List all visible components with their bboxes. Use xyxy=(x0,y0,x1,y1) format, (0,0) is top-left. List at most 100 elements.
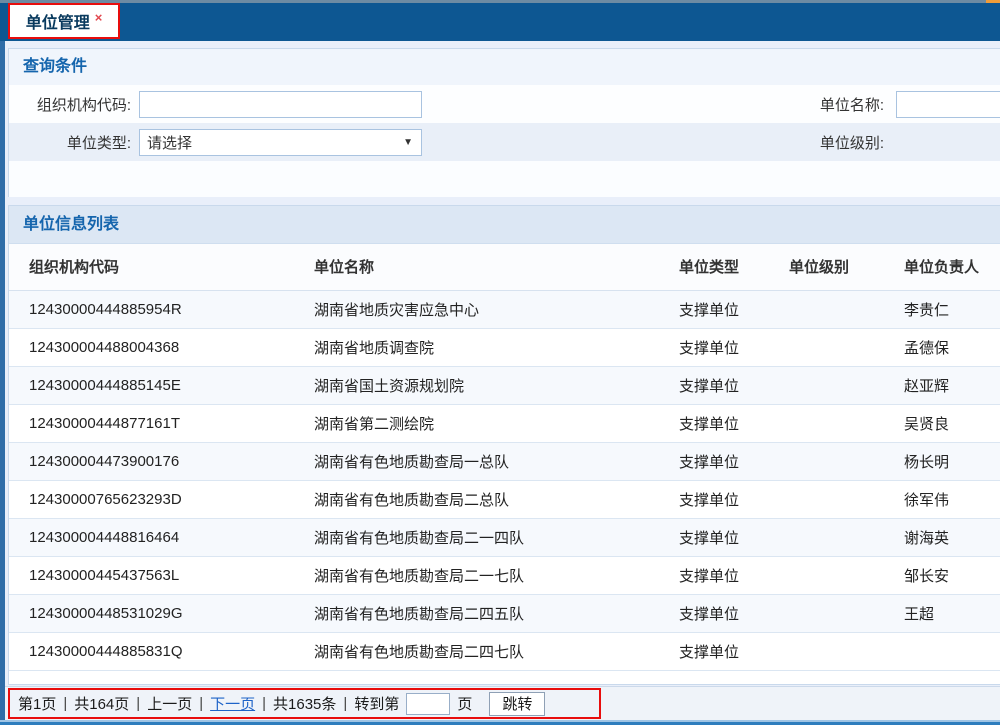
top-edge-orange-segment xyxy=(986,0,1000,3)
cell-name: 湖南省有色地质勘查局一总队 xyxy=(314,442,679,480)
cell-name: 湖南省有色地质勘查局二一四队 xyxy=(314,518,679,556)
cell-level xyxy=(789,290,904,328)
tab-title: 单位管理 xyxy=(26,9,90,33)
table-row[interactable]: 12430000444885954R湖南省地质灾害应急中心支撑单位 李贵仁 xyxy=(9,290,1000,328)
unit-level-label: 单位级别: xyxy=(699,132,884,153)
query-row-spacer xyxy=(9,161,1000,197)
table-row[interactable]: 124300004488004368湖南省地质调查院支撑单位 孟德保 xyxy=(9,328,1000,366)
cell-level xyxy=(789,366,904,404)
cell-level xyxy=(789,632,904,670)
pagination-separator: | xyxy=(343,695,347,712)
goto-page-suffix: 页 xyxy=(457,693,472,714)
table-row[interactable]: 12430000444885145E湖南省国土资源规划院支撑单位 赵亚辉 xyxy=(9,366,1000,404)
query-row-1: 组织机构代码: 单位名称: xyxy=(9,85,1000,123)
chevron-down-icon: ▼ xyxy=(403,137,413,148)
left-edge-strip xyxy=(0,41,5,725)
cell-level xyxy=(789,594,904,632)
unit-name-label: 单位名称: xyxy=(699,94,884,115)
cell-person xyxy=(904,632,1000,670)
current-page-label: 第1页 xyxy=(18,693,56,714)
cell-person: 杨长明 xyxy=(904,442,1000,480)
cell-person: 李贵仁 xyxy=(904,290,1000,328)
cell-type: 支撑单位 xyxy=(679,328,789,366)
cell-name: 湖南省国土资源规划院 xyxy=(314,366,679,404)
total-records-label: 共1635条 xyxy=(273,693,336,714)
cell-level xyxy=(789,480,904,518)
col-header-unit-person: 单位负责人 xyxy=(904,244,1000,290)
prev-page-link[interactable]: 上一页 xyxy=(147,693,192,714)
next-page-link[interactable]: 下一页 xyxy=(210,693,255,714)
col-header-unit-type: 单位类型 xyxy=(679,244,789,290)
org-code-label: 组织机构代码: xyxy=(9,94,131,115)
goto-page-prefix: 转到第 xyxy=(354,693,399,714)
cell-type: 支撑单位 xyxy=(679,442,789,480)
cell-level xyxy=(789,404,904,442)
cell-person: 孟德保 xyxy=(904,328,1000,366)
cell-name: 湖南省有色地质勘查局二四五队 xyxy=(314,594,679,632)
pagination-separator: | xyxy=(199,695,203,712)
unit-type-select-value: 请选择 xyxy=(147,132,192,153)
col-header-unit-name: 单位名称 xyxy=(314,244,679,290)
goto-page-input[interactable] xyxy=(406,693,450,715)
close-icon[interactable]: × xyxy=(95,10,103,25)
cell-person: 赵亚辉 xyxy=(904,366,1000,404)
total-pages-label: 共164页 xyxy=(74,693,129,714)
list-panel: 单位信息列表 组织机构代码 单位名称 单位类型 单位级别 单位负责人 12430… xyxy=(8,205,1000,685)
cell-type: 支撑单位 xyxy=(679,480,789,518)
cell-name: 湖南省地质调查院 xyxy=(314,328,679,366)
unit-table: 组织机构代码 单位名称 单位类型 单位级别 单位负责人 124300004448… xyxy=(9,244,1000,671)
query-panel: 查询条件 组织机构代码: 单位名称: 单位类型: 请选择 ▼ 单位级别: 请选择 xyxy=(8,48,1000,197)
cell-code: 124300004488004368 xyxy=(9,328,314,366)
cell-name: 湖南省地质灾害应急中心 xyxy=(314,290,679,328)
top-edge-strip xyxy=(0,0,1000,3)
cell-code: 12430000445437563L xyxy=(9,556,314,594)
unit-type-select[interactable]: 请选择 ▼ xyxy=(139,129,422,156)
col-header-unit-level: 单位级别 xyxy=(789,244,904,290)
pagination-separator: | xyxy=(63,695,67,712)
cell-code: 12430000444885831Q xyxy=(9,632,314,670)
table-row[interactable]: 124300004448816464湖南省有色地质勘查局二一四队支撑单位谢海英 xyxy=(9,518,1000,556)
jump-button[interactable]: 跳转 xyxy=(489,692,545,716)
table-header-row: 组织机构代码 单位名称 单位类型 单位级别 单位负责人 xyxy=(9,244,1000,290)
col-header-org-code: 组织机构代码 xyxy=(9,244,314,290)
cell-type: 支撑单位 xyxy=(679,290,789,328)
cell-name: 湖南省有色地质勘查局二总队 xyxy=(314,480,679,518)
table-row[interactable]: 12430000765623293D湖南省有色地质勘查局二总队支撑单位 徐军伟 xyxy=(9,480,1000,518)
unit-name-input[interactable] xyxy=(896,91,1000,118)
section-title-list: 单位信息列表 xyxy=(9,206,1000,244)
cell-code: 12430000448531029G xyxy=(9,594,314,632)
tab-unit-management[interactable]: 单位管理 × xyxy=(8,3,120,39)
cell-code: 12430000444885145E xyxy=(9,366,314,404)
org-code-input[interactable] xyxy=(139,91,422,118)
cell-level xyxy=(789,442,904,480)
pagination-separator: | xyxy=(262,695,266,712)
table-row[interactable]: 12430000444885831Q湖南省有色地质勘查局二四七队支撑单位 xyxy=(9,632,1000,670)
cell-code: 12430000765623293D xyxy=(9,480,314,518)
unit-table-body: 12430000444885954R湖南省地质灾害应急中心支撑单位李贵仁1243… xyxy=(9,290,1000,670)
cell-name: 湖南省有色地质勘查局二一七队 xyxy=(314,556,679,594)
cell-type: 支撑单位 xyxy=(679,518,789,556)
table-row[interactable]: 124300004473900176湖南省有色地质勘查局一总队支撑单位 杨长明 xyxy=(9,442,1000,480)
cell-code: 124300004448816464 xyxy=(9,518,314,556)
pagination-annotation-box: 第1页 | 共164页 | 上一页 | 下一页 | 共1635条 | 转到第 页… xyxy=(8,688,601,719)
table-row[interactable]: 12430000445437563L湖南省有色地质勘查局二一七队支撑单位邹长安 xyxy=(9,556,1000,594)
cell-type: 支撑单位 xyxy=(679,594,789,632)
cell-type: 支撑单位 xyxy=(679,366,789,404)
cell-level xyxy=(789,518,904,556)
section-title-query: 查询条件 xyxy=(9,49,1000,85)
cell-level xyxy=(789,328,904,366)
cell-code: 124300004473900176 xyxy=(9,442,314,480)
cell-name: 湖南省第二测绘院 xyxy=(314,404,679,442)
window-titlebar xyxy=(0,0,1000,41)
cell-level xyxy=(789,556,904,594)
cell-person: 王超 xyxy=(904,594,1000,632)
cell-code: 12430000444885954R xyxy=(9,290,314,328)
cell-type: 支撑单位 xyxy=(679,404,789,442)
cell-code: 12430000444877161T xyxy=(9,404,314,442)
cell-person: 徐军伟 xyxy=(904,480,1000,518)
unit-management-screen: 单位管理 × 查询条件 组织机构代码: 单位名称: 单位类型: 请选择 ▼ 单位… xyxy=(0,0,1000,725)
cell-name: 湖南省有色地质勘查局二四七队 xyxy=(314,632,679,670)
table-row[interactable]: 12430000448531029G湖南省有色地质勘查局二四五队支撑单位 王超 xyxy=(9,594,1000,632)
table-row[interactable]: 12430000444877161T湖南省第二测绘院支撑单位吴贤良 xyxy=(9,404,1000,442)
cell-type: 支撑单位 xyxy=(679,556,789,594)
